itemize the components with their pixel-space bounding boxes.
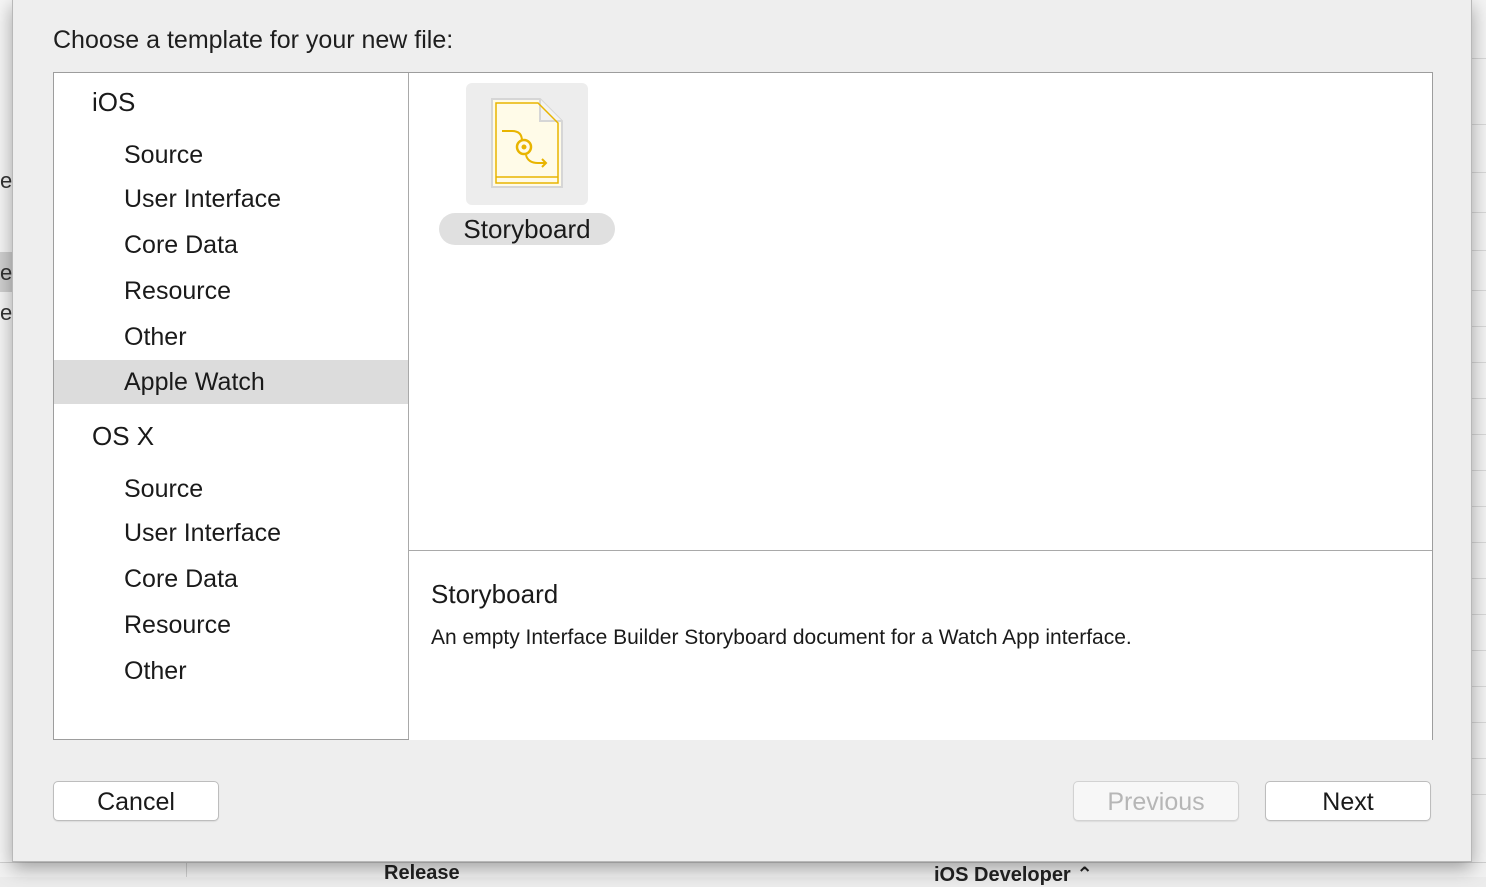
background-left-text-1: e <box>0 168 13 193</box>
sidebar-item-osx-resource[interactable]: Resource <box>54 603 408 647</box>
background-divider <box>1472 794 1486 795</box>
sidebar-item-label: Source <box>124 475 204 503</box>
new-file-sheet: Choose a template for your new file: iOS… <box>12 0 1472 862</box>
sidebar-item-osx-user-interface[interactable]: User Interface <box>54 511 408 555</box>
sidebar-item-label: Apple Watch <box>124 368 265 396</box>
template-tile-storyboard[interactable] <box>466 83 588 205</box>
sidebar-item-label: Other <box>124 657 187 685</box>
sidebar-item-label: User Interface <box>124 519 282 547</box>
sidebar-item-ios-core-data[interactable]: Core Data <box>54 223 408 267</box>
description-title: Storyboard <box>431 579 559 609</box>
background-left-text-2: e <box>0 260 13 285</box>
sidebar-item-label: Resource <box>124 277 231 305</box>
template-browser: iOS Source User Interface Core Data Reso… <box>53 72 1433 740</box>
storyboard-file-icon <box>491 98 563 188</box>
sidebar-item-osx-other[interactable]: Other <box>54 649 408 693</box>
background-divider <box>1472 434 1486 435</box>
sidebar-item-ios-source[interactable]: Source <box>54 133 408 177</box>
background-divider <box>1472 326 1486 327</box>
background-divider <box>1472 542 1486 543</box>
background-table-row: Release iOS Developer ⌃ <box>0 862 1486 886</box>
sidebar-item-osx-core-data[interactable]: Core Data <box>54 557 408 601</box>
next-button[interactable]: Next <box>1265 781 1431 821</box>
background-column-divider <box>186 863 187 877</box>
background-divider <box>1472 172 1486 173</box>
background-divider <box>1472 506 1486 507</box>
background-divider <box>1472 650 1486 651</box>
background-divider <box>1472 124 1486 125</box>
background-build-config: Release <box>384 862 460 884</box>
sidebar-item-label: Other <box>124 323 187 351</box>
previous-button[interactable]: Previous <box>1073 781 1239 821</box>
sidebar-header-osx: OS X <box>92 421 155 451</box>
sidebar-item-ios-user-interface[interactable]: User Interface <box>54 177 408 221</box>
sidebar-item-label: Core Data <box>124 565 238 593</box>
sidebar-item-label: Source <box>124 141 204 169</box>
background-divider <box>1472 212 1486 213</box>
background-divider <box>1472 578 1486 579</box>
sidebar-item-label: Resource <box>124 611 231 639</box>
background-divider <box>1472 362 1486 363</box>
sidebar-item-osx-source[interactable]: Source <box>54 467 408 511</box>
platform-sidebar: iOS Source User Interface Core Data Reso… <box>54 73 409 739</box>
background-divider <box>1472 290 1486 291</box>
background-left-text-3: e <box>0 300 13 325</box>
background-divider <box>1472 250 1486 251</box>
cancel-button[interactable]: Cancel <box>53 781 219 821</box>
dialog-prompt: Choose a template for your new file: <box>53 26 454 54</box>
background-right-panel <box>1471 0 1486 876</box>
background-signing-identity: iOS Developer ⌃ <box>934 864 1094 886</box>
background-divider <box>1472 722 1486 723</box>
sidebar-item-ios-apple-watch[interactable]: Apple Watch <box>54 360 408 404</box>
background-divider <box>1472 614 1486 615</box>
template-label-storyboard[interactable]: Storyboard <box>439 213 615 245</box>
description-text: An empty Interface Builder Storyboard do… <box>431 626 1132 649</box>
sidebar-item-label: User Interface <box>124 185 282 213</box>
background-divider <box>1472 470 1486 471</box>
background-divider <box>1472 58 1486 59</box>
template-description-panel: Storyboard An empty Interface Builder St… <box>409 550 1432 740</box>
sidebar-item-ios-other[interactable]: Other <box>54 315 408 359</box>
background-divider <box>1472 398 1486 399</box>
sidebar-item-label: Core Data <box>124 231 238 259</box>
background-divider <box>1472 686 1486 687</box>
sidebar-header-ios: iOS <box>92 87 136 117</box>
background-divider <box>1472 758 1486 759</box>
template-grid: Storyboard <box>409 73 1432 550</box>
sidebar-item-ios-resource[interactable]: Resource <box>54 269 408 313</box>
